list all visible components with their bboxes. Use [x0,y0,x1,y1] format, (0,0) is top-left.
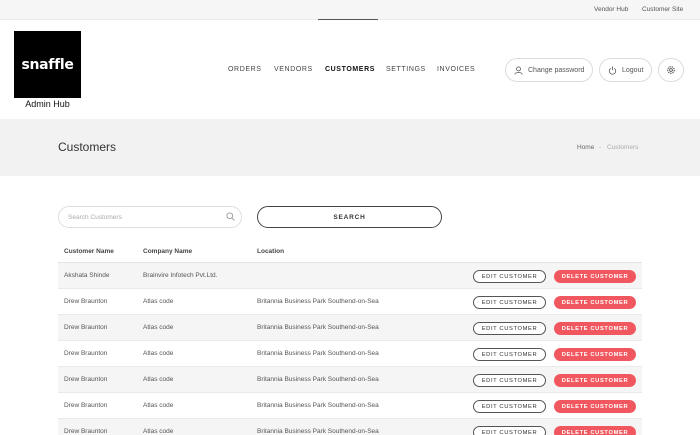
cell-company-name: Atlas code [143,350,174,357]
cell-customer-name: Drew Braunton [64,324,108,331]
page-title-bar: Customers Home - Customers [0,119,700,176]
vendor-hub-link[interactable]: Vendor Hub [594,6,628,13]
top-utility-bar: Vendor Hub Customer Site [0,0,700,20]
column-header-location: Location [257,248,285,255]
edit-customer-button[interactable]: EDIT CUSTOMER [473,374,546,387]
search-button[interactable]: SEARCH [257,206,442,228]
delete-customer-button[interactable]: DELETE CUSTOMER [554,426,636,435]
nav-settings[interactable]: SETTINGS [386,66,426,73]
cell-customer-name: Drew Braunton [64,402,108,409]
cell-company-name: Atlas code [143,402,174,409]
cell-company-name: Atlas code [143,324,174,331]
column-header-customer-name: Customer Name [64,248,114,255]
table-row: Drew Braunton Atlas code Britannia Busin… [58,393,642,419]
cell-customer-name: Drew Braunton [64,298,108,305]
cell-location: Britannia Business Park Southend-on-Sea [257,350,379,357]
cell-location: Britannia Business Park Southend-on-Sea [257,298,379,305]
logo[interactable]: snaffle [14,31,81,98]
breadcrumb-separator: - [599,144,602,151]
table-row: Drew Braunton Atlas code Britannia Busin… [58,367,642,393]
cell-customer-name: Drew Braunton [64,428,108,435]
search-icon[interactable] [226,212,235,221]
column-header-company-name: Company Name [143,248,193,255]
logo-brand-text: snaffle [21,56,74,73]
nav-invoices[interactable]: INVOICES [437,66,475,73]
power-icon [608,66,617,75]
delete-customer-button[interactable]: DELETE CUSTOMER [554,296,636,309]
customer-site-link[interactable]: Customer Site [642,6,683,13]
table-row: Drew Braunton Atlas code Britannia Busin… [58,341,642,367]
cell-location: Britannia Business Park Southend-on-Sea [257,376,379,383]
cell-customer-name: Drew Braunton [64,376,108,383]
cell-company-name: Atlas code [143,298,174,305]
table-header: Customer Name Company Name Location [58,238,642,263]
nav-customers[interactable]: CUSTOMERS [325,66,375,73]
user-icon [514,65,523,75]
page-title: Customers [58,140,117,154]
cell-location: Britannia Business Park Southend-on-Sea [257,324,379,331]
delete-customer-button[interactable]: DELETE CUSTOMER [554,270,636,283]
cell-customer-name: Drew Braunton [64,350,108,357]
logout-label: Logout [622,66,644,74]
edit-customer-button[interactable]: EDIT CUSTOMER [473,426,546,435]
cell-location: Britannia Business Park Southend-on-Sea [257,402,379,409]
edit-customer-button[interactable]: EDIT CUSTOMER [473,400,546,413]
cell-company-name: Brainvire Infotech Pvt.Ltd. [143,272,218,279]
edit-customer-button[interactable]: EDIT CUSTOMER [473,322,546,335]
cell-location: Britannia Business Park Southend-on-Sea [257,428,379,435]
table-row: Drew Braunton Atlas code Britannia Busin… [58,289,642,315]
cell-company-name: Atlas code [143,376,174,383]
edit-customer-button[interactable]: EDIT CUSTOMER [473,270,546,283]
main-header: snaffle Admin Hub ORDERS VENDORS CUSTOME… [0,20,700,119]
gear-icon [667,66,675,74]
search-input[interactable] [58,206,242,228]
table-row: Drew Braunton Atlas code Britannia Busin… [58,315,642,341]
nav-orders[interactable]: ORDERS [228,66,262,73]
cell-company-name: Atlas code [143,428,174,435]
table-row: Drew Braunton Atlas code Britannia Busin… [58,419,642,435]
settings-button[interactable] [658,58,684,82]
cell-customer-name: Akshata Shinde [64,272,110,279]
delete-customer-button[interactable]: DELETE CUSTOMER [554,322,636,335]
table-row: Akshata Shinde Brainvire Infotech Pvt.Lt… [58,263,642,289]
delete-customer-button[interactable]: DELETE CUSTOMER [554,400,636,413]
edit-customer-button[interactable]: EDIT CUSTOMER [473,348,546,361]
change-password-button[interactable]: Change password [505,58,594,82]
change-password-label: Change password [528,66,585,74]
breadcrumb-home[interactable]: Home [577,144,594,151]
edit-customer-button[interactable]: EDIT CUSTOMER [473,296,546,309]
delete-customer-button[interactable]: DELETE CUSTOMER [554,374,636,387]
logo-subtitle: Admin Hub [25,99,70,109]
logout-button[interactable]: Logout [599,58,653,82]
delete-customer-button[interactable]: DELETE CUSTOMER [554,348,636,361]
breadcrumb-current: Customers [607,144,639,151]
nav-vendors[interactable]: VENDORS [274,66,313,73]
customers-table: Customer Name Company Name Location Aksh… [58,238,642,435]
